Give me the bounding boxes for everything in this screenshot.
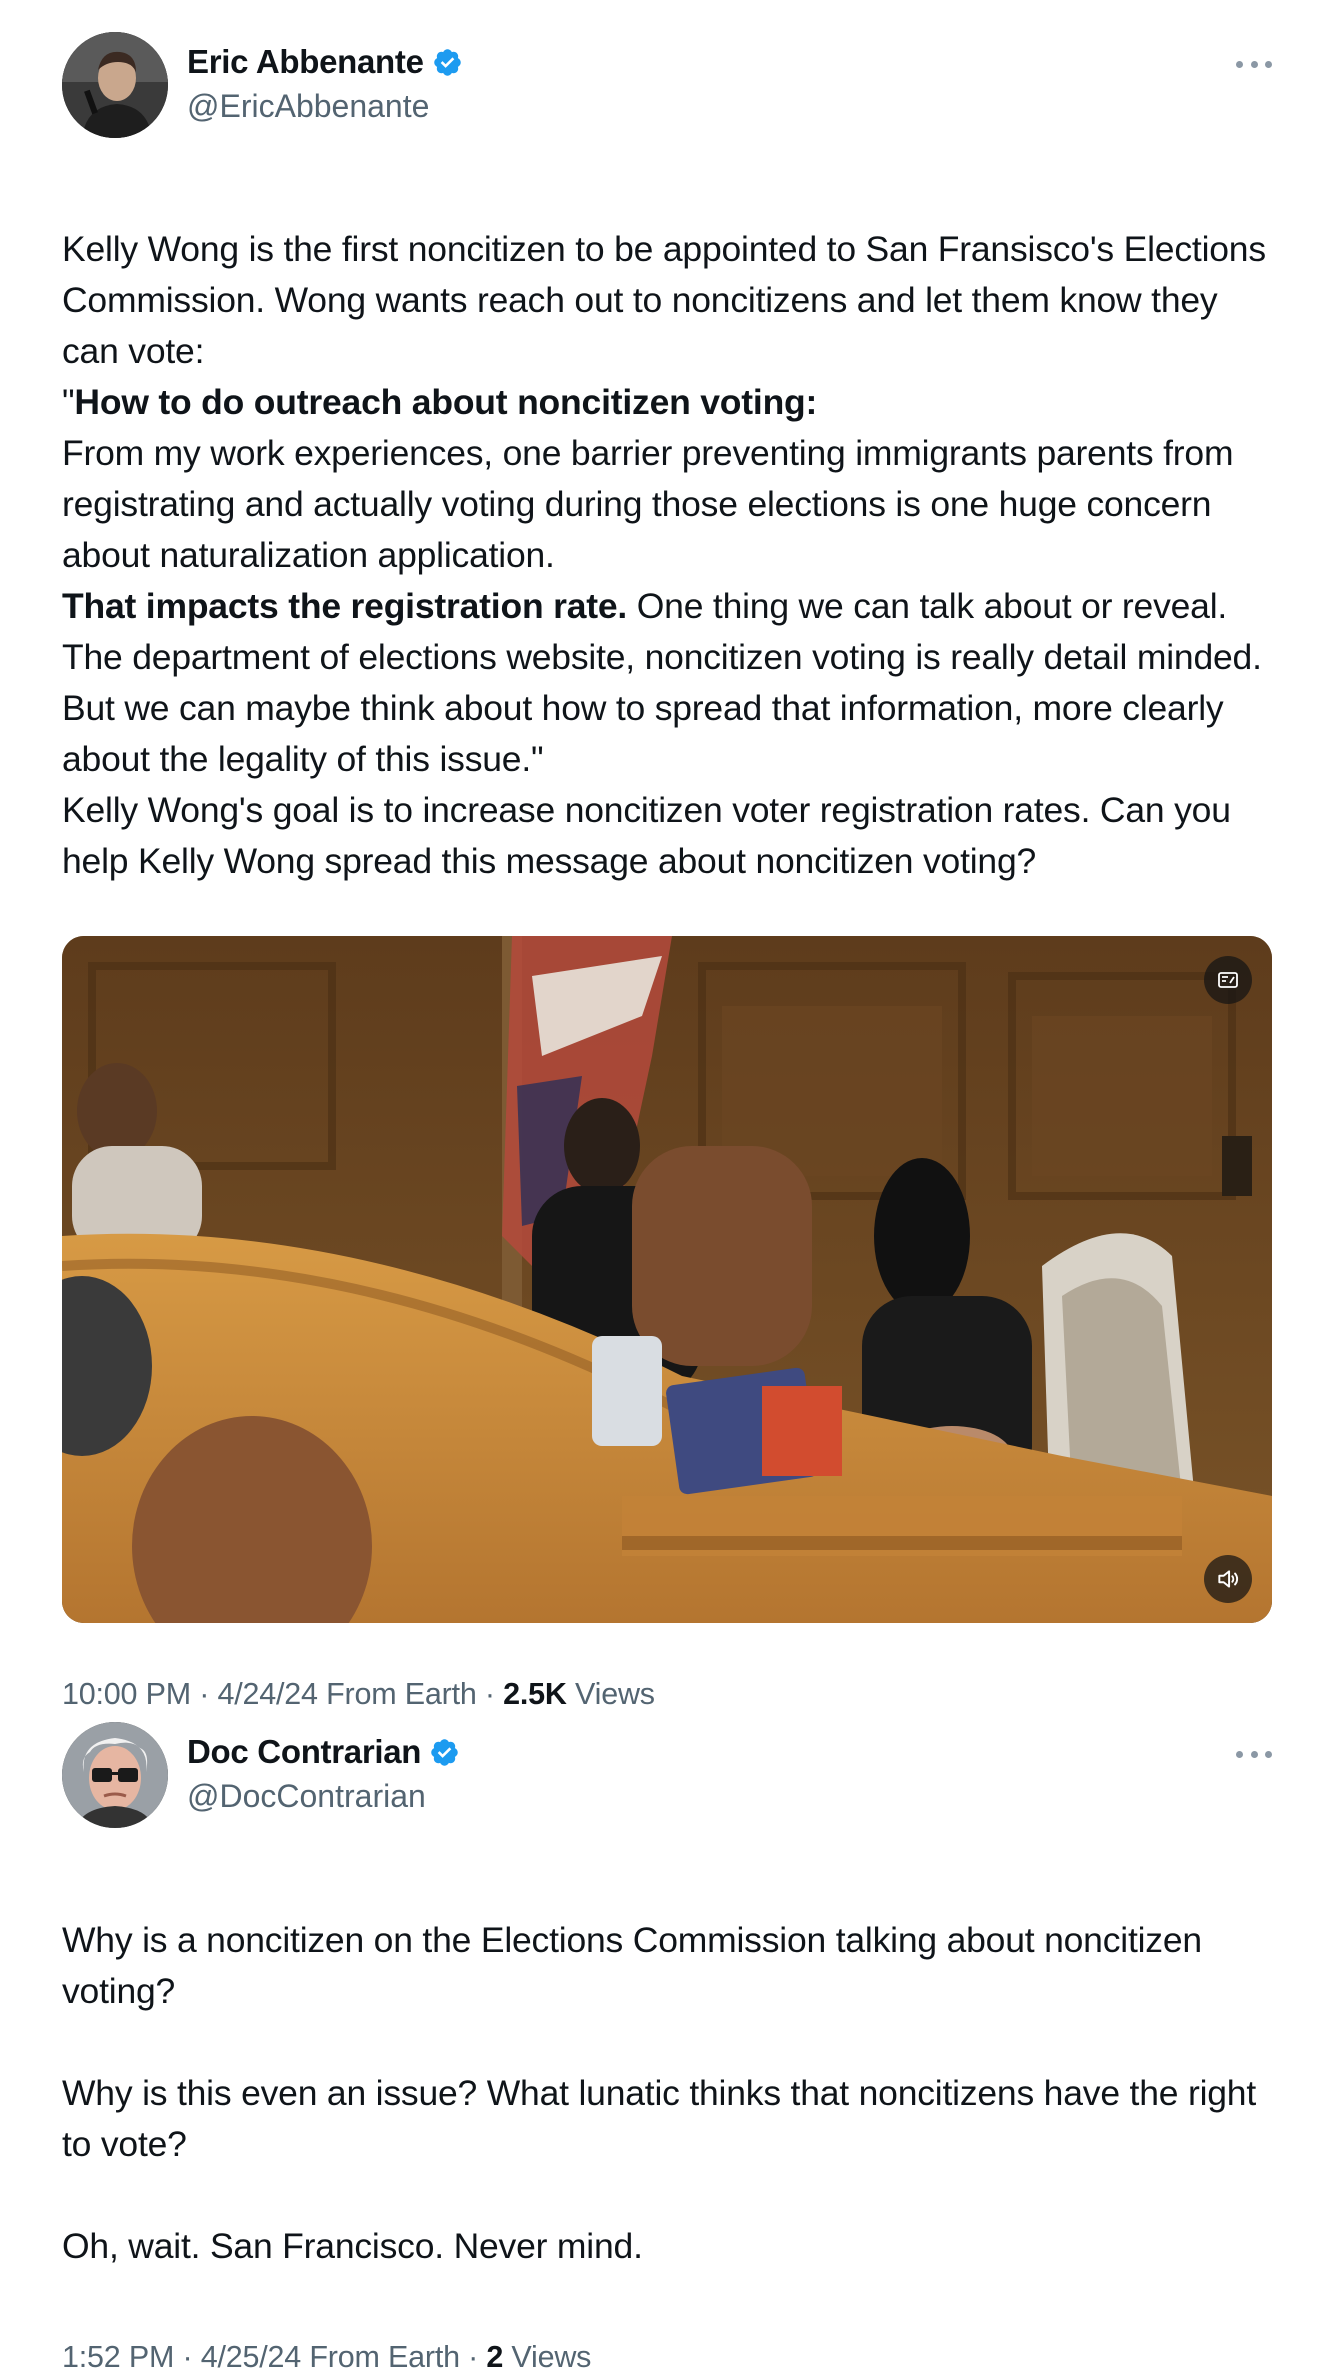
tweet-paragraph: "How to do outreach about noncitizen vot… xyxy=(62,382,818,422)
tweet: Eric Abbenante @EricAbbenante Kelly Wong… xyxy=(62,30,1272,1712)
tweet-header: Doc Contrarian @DocContrarian xyxy=(62,1720,1272,1830)
verified-badge-icon xyxy=(429,1737,460,1768)
avatar[interactable] xyxy=(62,1722,168,1828)
gif-icon[interactable] xyxy=(1204,956,1252,1004)
tweet-text: Kelly Wong is the first noncitizen to be… xyxy=(62,224,1272,887)
author-name[interactable]: Doc Contrarian xyxy=(187,1733,421,1771)
tweet: Doc Contrarian @DocContrarian Why is a n… xyxy=(62,1720,1272,2374)
more-options-icon[interactable] xyxy=(1236,54,1272,74)
views-count: 2 xyxy=(486,2340,504,2374)
views-label: Views xyxy=(503,2340,592,2374)
views-count: 2.5K xyxy=(503,1677,567,1711)
avatar[interactable] xyxy=(62,32,168,138)
tweet-text: Why is a noncitizen on the Elections Com… xyxy=(62,1915,1272,2272)
views-label: Views xyxy=(566,1677,655,1711)
speaker-icon[interactable] xyxy=(1204,1555,1252,1603)
timestamp[interactable]: 1:52 PM · 4/25/24 From Earth · xyxy=(62,2340,486,2374)
tweet-paragraph: Kelly Wong's goal is to increase nonciti… xyxy=(62,790,1231,881)
tweet-paragraph: From my work experiences, one barrier pr… xyxy=(62,433,1234,575)
author-handle[interactable]: @DocContrarian xyxy=(187,1778,426,1815)
tweet-paragraph: Kelly Wong is the first noncitizen to be… xyxy=(62,229,1266,371)
more-options-icon[interactable] xyxy=(1236,1744,1272,1764)
verified-badge-icon xyxy=(432,47,463,78)
tweet-paragraph: Why is this even an issue? What lunatic … xyxy=(62,2073,1257,2164)
timestamp[interactable]: 10:00 PM · 4/24/24 From Earth · xyxy=(62,1677,503,1711)
author-handle[interactable]: @EricAbbenante xyxy=(187,88,429,125)
tweet-metadata: 10:00 PM · 4/24/24 From Earth · 2.5K Vie… xyxy=(62,1677,1272,1712)
tweet-paragraph: Why is a noncitizen on the Elections Com… xyxy=(62,1920,1202,2011)
tweet-paragraph: Oh, wait. San Francisco. Never mind. xyxy=(62,2226,643,2266)
tweet-metadata: 1:52 PM · 4/25/24 From Earth · 2 Views xyxy=(62,2340,1272,2374)
tweet-paragraph: That impacts the registration rate. One … xyxy=(62,586,1262,779)
tweet-header: Eric Abbenante @EricAbbenante xyxy=(62,30,1272,140)
author-name[interactable]: Eric Abbenante xyxy=(187,43,424,81)
video-player[interactable] xyxy=(62,936,1272,1623)
